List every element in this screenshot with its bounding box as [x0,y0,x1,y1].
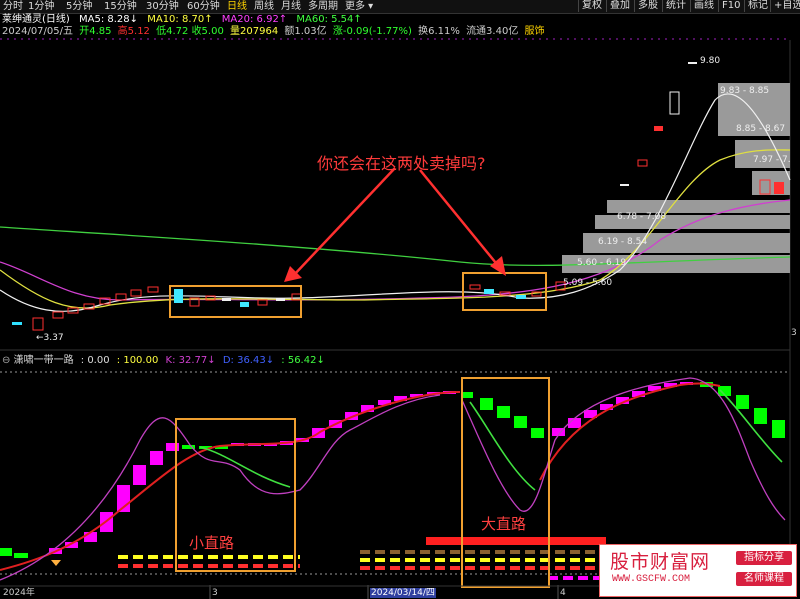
arrow-left-icon: ← [36,333,44,343]
small-road-label: 小直路 [189,534,235,552]
logo-tag-courses: 名师课程 [736,572,792,586]
candle-up [654,126,663,131]
price-label: 9.80 [700,56,721,66]
indicator-v2: : 100.00 [116,355,159,366]
logo-url: WWW.GSCFW.COM [612,574,691,585]
triangle-marker-icon [51,560,61,566]
candle-up [32,317,44,331]
price-label: 9.83 - 8.85 [720,86,770,96]
indicator-name[interactable]: 潇啸一带一路 [14,355,74,366]
candle-up [469,284,481,290]
arrow-1 [292,167,396,277]
candle-up [52,311,64,319]
ind-red-line-2 [539,382,721,481]
green-bar [480,398,493,410]
green-bar [772,420,785,438]
ind-green-line-1 [199,446,291,488]
candle-doji [620,184,629,186]
arrow-2 [419,169,501,269]
candle-up [637,159,648,167]
logo-title: 股市财富网 [610,551,711,573]
price-label: 6.78 - 7.08 [617,212,667,222]
candle-down [174,289,183,303]
green-bar [754,408,767,424]
green-bar [462,392,473,398]
indicator-j: : 56.42↓ [281,355,325,366]
logo-tag-indicators: 指标分享 [736,551,792,565]
indicator-v1: : 0.00 [80,355,110,366]
date-label: 3 [212,588,218,598]
green-bar [736,395,749,409]
price-label: 5.09 - 5.60 [563,278,613,288]
date-label: 4 [560,588,566,598]
collapse-icon[interactable]: ⊖ [2,355,10,366]
price-label: 6.19 - 8.54 [598,237,648,247]
indicator-k: K: 32.77↓ [165,355,216,366]
candle-down [484,289,494,294]
candle-doji [669,91,680,115]
candle-up [257,299,268,306]
magenta-bar [166,443,179,451]
candle-doji [688,62,697,64]
big-road-label: 大直路 [481,515,527,533]
candle-down [774,182,784,194]
vp-bar [752,171,790,195]
green-bar [531,428,544,438]
price-label: 5.60 - 6.19 [577,258,627,268]
low-price-label: ←3.37 [36,333,64,343]
cursor-date-label: 2024/03/14/四 [370,588,436,598]
candle-down [516,295,526,299]
candle-up [130,289,142,297]
indicator-header: ⊖ 潇啸一带一路 : 0.00 : 100.00 K: 32.77↓ D: 36… [2,355,325,366]
green-bar [497,406,510,418]
site-logo: 股市财富网 WWW.GSCFW.COM 指标分享 名师课程 [599,544,797,597]
question-annotation: 你还会在这两处卖掉吗? [317,154,486,173]
magenta-bar [133,465,146,485]
low-price-value: 3.37 [43,333,64,343]
price-label: 8.85 - 8.67 [736,124,786,134]
kline-chart [0,38,791,599]
green-bar [0,548,12,556]
magenta-bar [150,451,163,465]
stripe-red-solid [426,537,606,545]
candle-down [12,322,22,325]
candle-doji [276,298,285,301]
candle-up [147,286,159,293]
indicator-d: D: 36.43↓ [222,355,275,366]
candle-doji [222,298,231,301]
date-label: 2024年 [3,588,35,598]
price-label: 7.97 - 7. [753,155,791,165]
green-bar [514,416,527,428]
green-bar [14,553,28,558]
right-axis-tick: 3 [791,328,797,338]
candle-down [240,302,249,307]
